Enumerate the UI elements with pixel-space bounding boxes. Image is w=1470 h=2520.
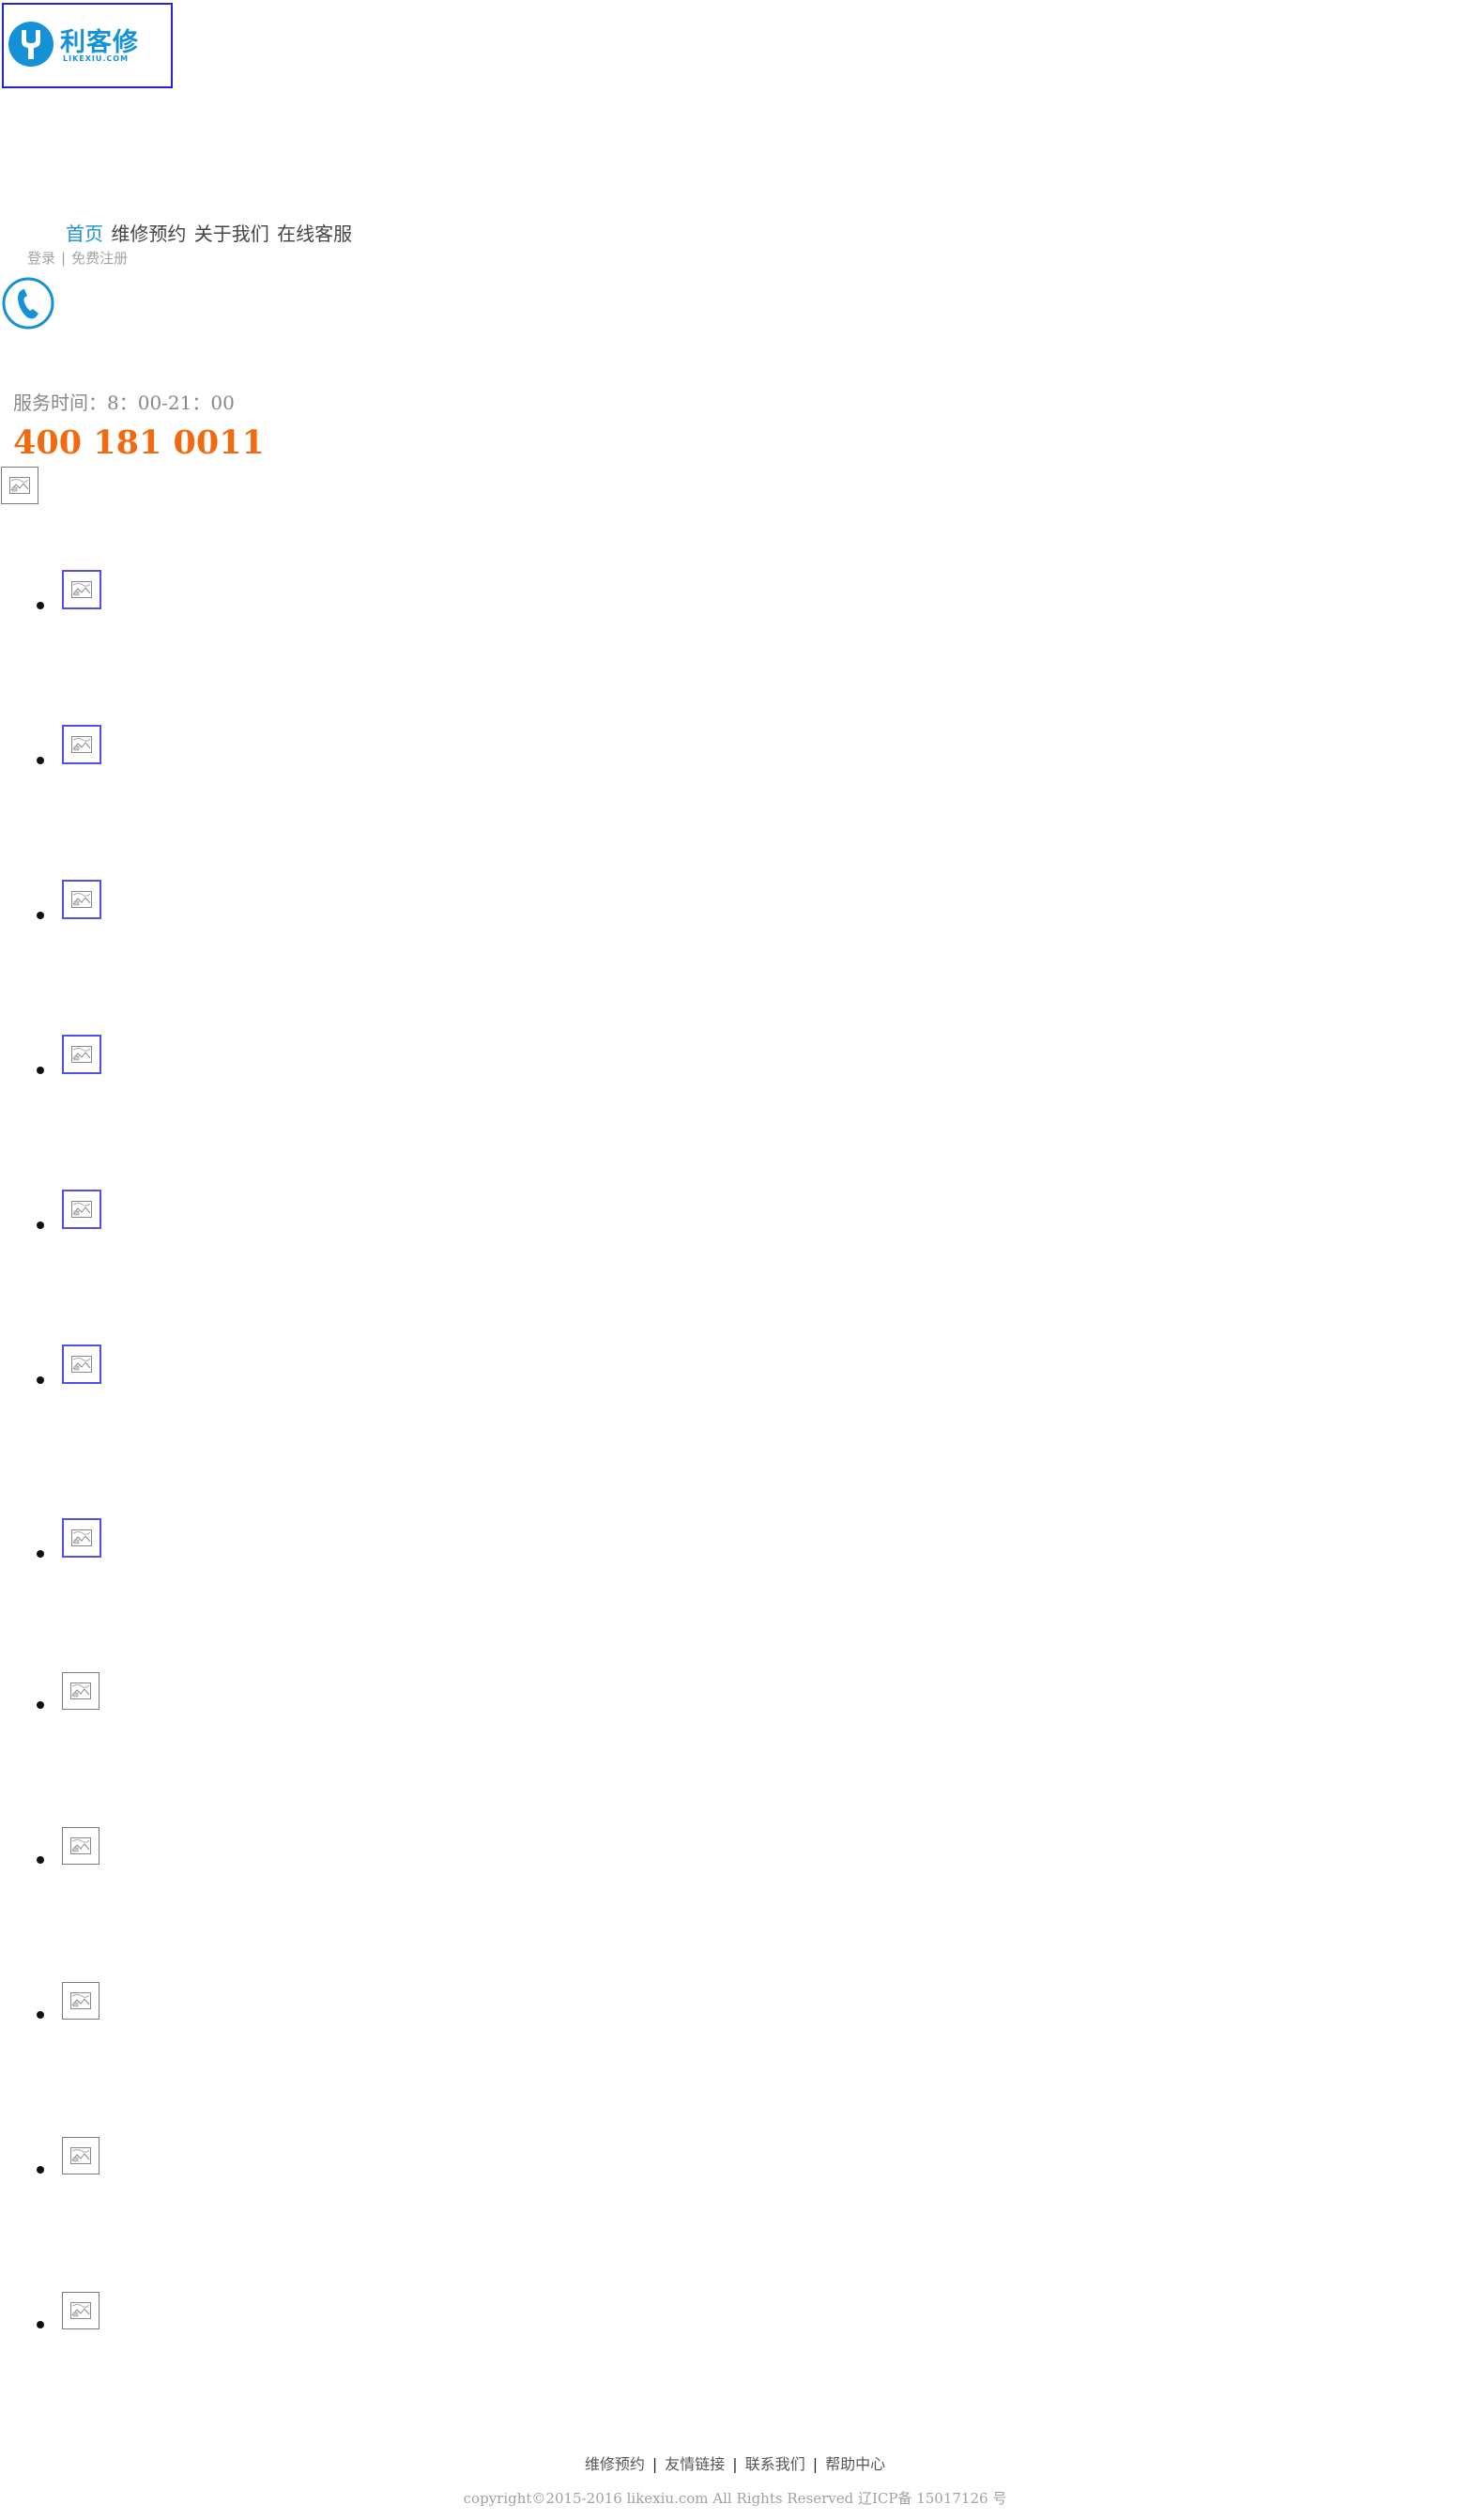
broken-image-icon bbox=[70, 1683, 91, 1699]
banner-image bbox=[1, 467, 38, 504]
list-item-image[interactable] bbox=[62, 1518, 101, 1558]
auth-links: 登录 | 免费注册 bbox=[27, 249, 128, 268]
logo-text: 利客修 bbox=[60, 28, 139, 57]
broken-image-icon bbox=[70, 2147, 91, 2164]
list-item-image bbox=[62, 1982, 100, 2020]
broken-image-icon bbox=[71, 581, 92, 598]
list-bullet bbox=[37, 1856, 44, 1864]
list-bullet bbox=[37, 2321, 44, 2328]
broken-image-icon bbox=[71, 1046, 92, 1063]
footer-separator: | bbox=[651, 2455, 658, 2473]
broken-image-icon bbox=[70, 1992, 91, 2009]
nav-repair-booking[interactable]: 维修预约 bbox=[111, 223, 186, 245]
broken-image-icon bbox=[70, 2302, 91, 2319]
list-bullet bbox=[37, 1376, 44, 1384]
nav-online-service[interactable]: 在线客服 bbox=[277, 223, 352, 245]
list-bullet bbox=[37, 2166, 44, 2174]
footer-separator: | bbox=[812, 2455, 819, 2473]
broken-image-icon bbox=[71, 1356, 92, 1373]
list-item-image[interactable] bbox=[62, 1035, 101, 1074]
copyright-text: copyright©2015-2016 likexiu.com All Righ… bbox=[463, 2490, 1007, 2507]
list-bullet bbox=[37, 2011, 44, 2019]
wrench-icon bbox=[8, 22, 54, 67]
footer-separator: | bbox=[732, 2455, 738, 2473]
broken-image-icon bbox=[71, 891, 92, 908]
list-bullet bbox=[37, 1067, 44, 1074]
nav-about-us[interactable]: 关于我们 bbox=[194, 223, 269, 245]
service-hours: 服务时间：8：00-21：00 bbox=[13, 392, 235, 414]
auth-separator: | bbox=[61, 250, 67, 267]
list-bullet bbox=[37, 1701, 44, 1709]
list-bullet bbox=[37, 912, 44, 919]
list-item-image bbox=[62, 2292, 100, 2329]
broken-image-icon bbox=[9, 477, 30, 494]
nav-home[interactable]: 首页 bbox=[66, 223, 103, 245]
register-link[interactable]: 免费注册 bbox=[71, 250, 128, 267]
list-item-image bbox=[62, 1672, 100, 1710]
list-item-image[interactable] bbox=[62, 880, 101, 919]
list-item-image[interactable] bbox=[62, 725, 101, 764]
login-link[interactable]: 登录 bbox=[27, 250, 55, 267]
list-item-image[interactable] bbox=[62, 1345, 101, 1384]
footer-link-repair-booking[interactable]: 维修预约 bbox=[585, 2455, 645, 2473]
list-bullet bbox=[37, 1550, 44, 1558]
broken-image-icon bbox=[71, 1529, 92, 1546]
hotline-number: 400 181 0011 bbox=[13, 423, 265, 462]
main-nav: 首页 维修预约 关于我们 在线客服 bbox=[66, 222, 354, 246]
list-item-image bbox=[62, 2137, 100, 2174]
footer-link-help-center[interactable]: 帮助中心 bbox=[825, 2455, 885, 2473]
logo-subtext: LIKEXIU.COM bbox=[63, 54, 130, 63]
broken-image-icon bbox=[71, 1201, 92, 1218]
footer-links: 维修预约 | 友情链接 | 联系我们 | 帮助中心 bbox=[0, 2454, 1470, 2475]
logo-link[interactable]: 利客修 LIKEXIU.COM bbox=[2, 3, 173, 88]
footer-link-friend-links[interactable]: 友情链接 bbox=[665, 2455, 725, 2473]
list-bullet bbox=[37, 757, 44, 764]
list-bullet bbox=[37, 602, 44, 609]
list-bullet bbox=[37, 1222, 44, 1229]
list-item-image[interactable] bbox=[62, 1190, 101, 1229]
list-item-image[interactable] bbox=[62, 570, 101, 609]
broken-image-icon bbox=[70, 1837, 91, 1854]
phone-icon bbox=[2, 277, 54, 330]
footer-link-contact-us[interactable]: 联系我们 bbox=[745, 2455, 805, 2473]
broken-image-icon bbox=[71, 736, 92, 753]
list-item-image bbox=[62, 1827, 100, 1865]
